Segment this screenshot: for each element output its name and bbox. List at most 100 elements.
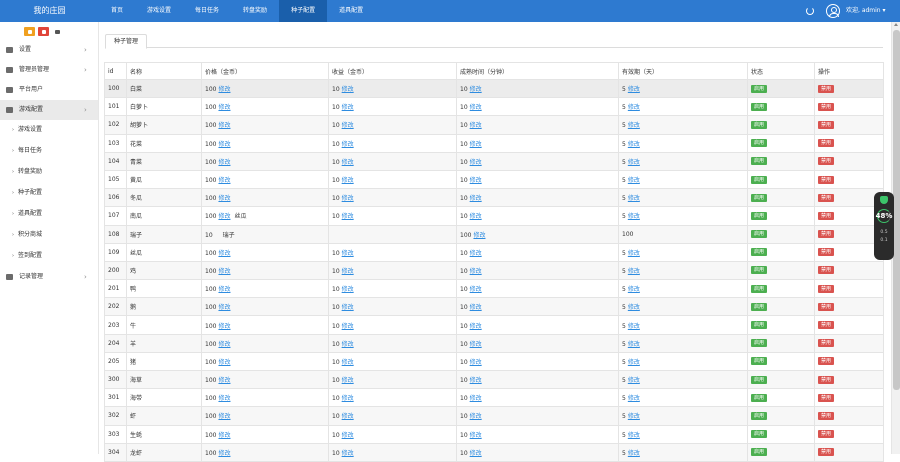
edit-valid-link[interactable]: 修改 — [628, 377, 640, 384]
edit-valid-link[interactable]: 修改 — [628, 323, 640, 330]
edit-mature-link[interactable]: 修改 — [470, 432, 482, 439]
status-badge[interactable]: 启用 — [751, 120, 768, 129]
status-badge[interactable]: 启用 — [751, 321, 768, 330]
edit-mature-link[interactable]: 修改 — [470, 213, 482, 220]
edit-profit-link[interactable]: 修改 — [342, 177, 354, 184]
edit-mature-link[interactable]: 修改 — [470, 159, 482, 166]
edit-mature-link[interactable]: 修改 — [470, 177, 482, 184]
edit-valid-link[interactable]: 修改 — [628, 159, 640, 166]
edit-mature-link[interactable]: 修改 — [470, 450, 482, 457]
edit-price-link[interactable]: 修改 — [218, 323, 230, 330]
disable-button[interactable]: 禁用 — [818, 157, 835, 166]
disable-button[interactable]: 禁用 — [818, 411, 835, 420]
edit-mature-link[interactable]: 修改 — [470, 122, 482, 129]
sidebar-item[interactable]: 记录管理 › — [0, 267, 98, 287]
edit-price-link[interactable]: 修改 — [218, 286, 230, 293]
edit-mature-link[interactable]: 修改 — [470, 341, 482, 348]
edit-profit-link[interactable]: 修改 — [342, 450, 354, 457]
edit-profit-link[interactable]: 修改 — [342, 195, 354, 202]
edit-price-link[interactable]: 修改 — [218, 177, 230, 184]
edit-price-link[interactable]: 修改 — [218, 395, 230, 402]
edit-price-link[interactable]: 修改 — [218, 432, 230, 439]
edit-profit-link[interactable]: 修改 — [342, 341, 354, 348]
disable-button[interactable]: 禁用 — [818, 302, 835, 311]
edit-valid-link[interactable]: 修改 — [628, 122, 640, 129]
disable-button[interactable]: 禁用 — [818, 211, 835, 220]
edit-profit-link[interactable]: 修改 — [342, 104, 354, 111]
top-nav-item[interactable]: 每日任务 — [183, 0, 231, 22]
close-icon[interactable] — [38, 27, 49, 36]
status-badge[interactable]: 启用 — [751, 302, 768, 311]
edit-mature-link[interactable]: 修改 — [470, 413, 482, 420]
disable-button[interactable]: 禁用 — [818, 84, 835, 93]
status-badge[interactable]: 启用 — [751, 175, 768, 184]
edit-price-link[interactable]: 修改 — [218, 377, 230, 384]
edit-price-link[interactable]: 修改 — [218, 104, 230, 111]
status-badge[interactable]: 启用 — [751, 266, 768, 275]
status-badge[interactable]: 启用 — [751, 248, 768, 257]
edit-mature-link[interactable]: 修改 — [470, 359, 482, 366]
disable-button[interactable]: 禁用 — [818, 175, 835, 184]
grid-icon[interactable] — [52, 27, 63, 36]
floating-monitor-widget[interactable]: 48% 0.5 0.1 — [874, 192, 894, 260]
edit-valid-link[interactable]: 修改 — [628, 86, 640, 93]
disable-button[interactable]: 禁用 — [818, 321, 835, 330]
edit-valid-link[interactable]: 修改 — [628, 268, 640, 275]
edit-profit-link[interactable]: 修改 — [342, 141, 354, 148]
edit-price-link[interactable]: 修改 — [218, 122, 230, 129]
edit-profit-link[interactable]: 修改 — [342, 304, 354, 311]
disable-button[interactable]: 禁用 — [818, 357, 835, 366]
edit-profit-link[interactable]: 修改 — [342, 432, 354, 439]
disable-button[interactable]: 禁用 — [818, 139, 835, 148]
edit-valid-link[interactable]: 修改 — [628, 359, 640, 366]
edit-mature-link[interactable]: 修改 — [470, 323, 482, 330]
edit-mature-link[interactable]: 修改 — [470, 268, 482, 275]
disable-button[interactable]: 禁用 — [818, 393, 835, 402]
edit-profit-link[interactable]: 修改 — [342, 359, 354, 366]
disable-button[interactable]: 禁用 — [818, 266, 835, 275]
sidebar-item[interactable]: 平台用户 — [0, 80, 98, 100]
edit-mature-link[interactable]: 修改 — [470, 395, 482, 402]
tab-seed-management[interactable]: 种子管理 — [105, 34, 148, 49]
disable-button[interactable]: 禁用 — [818, 284, 835, 293]
top-nav-item[interactable]: 种子配置 — [279, 0, 328, 22]
edit-valid-link[interactable]: 修改 — [628, 413, 640, 420]
status-badge[interactable]: 启用 — [751, 211, 768, 220]
top-nav-item[interactable]: 首页 — [99, 0, 135, 22]
edit-price-link[interactable]: 修改 — [218, 159, 230, 166]
status-badge[interactable]: 启用 — [751, 375, 768, 384]
edit-price-link[interactable]: 修改 — [218, 250, 230, 257]
edit-valid-link[interactable]: 修改 — [628, 195, 640, 202]
disable-button[interactable]: 禁用 — [818, 448, 835, 457]
edit-price-link[interactable]: 修改 — [218, 213, 230, 220]
scrollbar-thumb[interactable] — [893, 30, 900, 390]
edit-price-link[interactable]: 修改 — [218, 450, 230, 457]
edit-profit-link[interactable]: 修改 — [342, 86, 354, 93]
top-nav-item[interactable]: 道具配置 — [327, 0, 375, 22]
sidebar-item[interactable]: › 种子配置 — [0, 183, 98, 203]
disable-button[interactable]: 禁用 — [818, 120, 835, 129]
edit-profit-link[interactable]: 修改 — [342, 395, 354, 402]
edit-valid-link[interactable]: 修改 — [628, 177, 640, 184]
status-badge[interactable]: 启用 — [751, 193, 768, 202]
edit-valid-link[interactable]: 修改 — [628, 213, 640, 220]
edit-mature-link[interactable]: 修改 — [470, 304, 482, 311]
edit-valid-link[interactable]: 修改 — [628, 104, 640, 111]
edit-valid-link[interactable]: 修改 — [628, 395, 640, 402]
edit-profit-link[interactable]: 修改 — [342, 122, 354, 129]
app-logo[interactable]: 我的庄园 — [0, 0, 99, 22]
status-badge[interactable]: 启用 — [751, 430, 768, 439]
edit-valid-link[interactable]: 修改 — [628, 341, 640, 348]
sidebar-item[interactable]: 管理员管理 › — [0, 60, 98, 80]
edit-price-link[interactable]: 修改 — [218, 141, 230, 148]
edit-profit-link[interactable]: 修改 — [342, 377, 354, 384]
status-badge[interactable]: 启用 — [751, 357, 768, 366]
edit-profit-link[interactable]: 修改 — [342, 159, 354, 166]
edit-valid-link[interactable]: 修改 — [628, 250, 640, 257]
status-badge[interactable]: 启用 — [751, 339, 768, 348]
edit-profit-link[interactable]: 修改 — [342, 250, 354, 257]
sidebar-item[interactable]: › 积分商城 — [0, 225, 98, 245]
top-nav-item[interactable]: 转盘奖励 — [231, 0, 279, 22]
scroll-up-arrow-icon[interactable] — [894, 23, 898, 26]
edit-price-link[interactable]: 修改 — [218, 268, 230, 275]
